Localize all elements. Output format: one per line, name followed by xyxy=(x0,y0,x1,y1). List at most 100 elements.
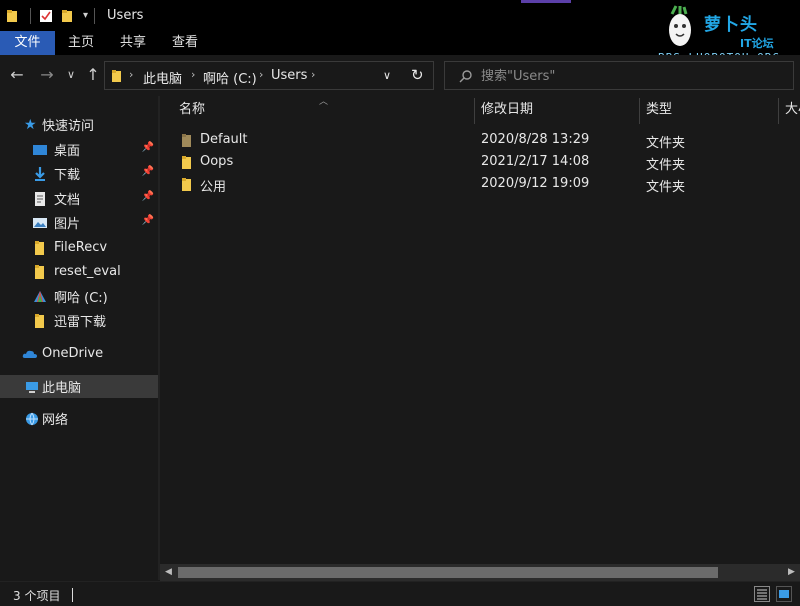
up-arrow-icon[interactable]: ↑ xyxy=(84,66,102,84)
search-input[interactable] xyxy=(481,66,781,86)
sidebar-item-label: 图片 xyxy=(54,217,81,232)
pin-icon[interactable]: 📌 xyxy=(142,215,154,226)
table-row[interactable]: Default 2020/8/28 13:29 文件夹 xyxy=(160,129,800,151)
column-divider[interactable] xyxy=(474,98,475,124)
item-count: 3 个项目 xyxy=(13,589,61,603)
drive-icon xyxy=(34,290,46,302)
desktop-icon xyxy=(33,144,47,155)
properties-icon[interactable] xyxy=(39,9,53,23)
sidebar-item-downloads[interactable]: 下载 📌 xyxy=(0,162,158,185)
search-box[interactable] xyxy=(444,61,794,90)
forward-arrow-icon[interactable]: → xyxy=(38,66,56,84)
breadcrumb-this-pc[interactable]: 此电脑 xyxy=(143,68,182,87)
column-header-modified[interactable]: 修改日期 xyxy=(481,96,639,124)
pin-icon[interactable]: 📌 xyxy=(142,191,154,202)
scroll-left-icon[interactable]: ◀ xyxy=(160,564,177,581)
column-header-name[interactable]: 名称 xyxy=(179,96,474,124)
file-type: 文件夹 xyxy=(646,158,686,173)
breadcrumb-chevron-icon[interactable]: › xyxy=(191,68,195,81)
toolbar-separator xyxy=(30,7,31,24)
folder-icon[interactable] xyxy=(6,9,20,23)
document-icon xyxy=(35,191,45,206)
tab-home[interactable]: 主页 xyxy=(55,31,107,55)
column-divider[interactable] xyxy=(639,98,640,124)
file-name: Oops xyxy=(200,154,234,169)
sidebar-item-label: 快速访问 xyxy=(42,119,95,134)
sidebar-item-documents[interactable]: 文档 📌 xyxy=(0,187,158,210)
pin-icon[interactable]: 📌 xyxy=(142,166,154,177)
refresh-icon[interactable]: ↻ xyxy=(411,66,424,84)
recent-locations-chevron-icon[interactable]: ∨ xyxy=(62,66,80,84)
folder-icon xyxy=(35,240,44,255)
sidebar-quick-access[interactable]: ★ 快速访问 xyxy=(0,113,158,136)
sidebar-item-label: 此电脑 xyxy=(42,381,82,396)
breadcrumb-chevron-icon[interactable]: › xyxy=(129,68,133,81)
sidebar-onedrive[interactable]: OneDrive xyxy=(0,342,158,365)
folder-icon xyxy=(112,70,121,82)
sidebar-item-label: 啊哈 (C:) xyxy=(54,291,108,306)
large-icons-view-icon[interactable] xyxy=(776,586,792,602)
toolbar-separator xyxy=(94,7,96,24)
table-row[interactable]: Oops 2021/2/17 14:08 文件夹 xyxy=(160,151,800,173)
column-divider[interactable] xyxy=(778,98,779,124)
status-bar: 3 个项目 xyxy=(0,581,800,606)
tab-file[interactable]: 文件 xyxy=(0,31,55,55)
breadcrumb-users[interactable]: Users xyxy=(271,68,307,83)
navigation-bar: ← → ∨ ↑ › 此电脑 › 啊哈 (C:) › Users › ∨ ↻ xyxy=(0,55,800,96)
back-arrow-icon[interactable]: ← xyxy=(8,66,26,84)
sidebar-item-label: reset_eval xyxy=(54,264,121,279)
sidebar-item-label: 网络 xyxy=(42,413,69,428)
sidebar-this-pc[interactable]: 此电脑 xyxy=(0,375,158,398)
sidebar-item-drive-c[interactable]: 啊哈 (C:) xyxy=(0,285,158,308)
file-modified: 2020/8/28 13:29 xyxy=(481,132,590,147)
title-accent-bar xyxy=(521,0,571,3)
tab-view[interactable]: 查看 xyxy=(159,31,211,55)
star-icon: ★ xyxy=(24,116,37,133)
logo-tagline: IT论坛 xyxy=(740,37,774,50)
sidebar-item-label: 迅雷下载 xyxy=(54,315,107,330)
address-bar[interactable]: › 此电脑 › 啊哈 (C:) › Users › ∨ ↻ xyxy=(104,61,434,90)
horizontal-scrollbar[interactable]: ◀ ▶ xyxy=(160,564,800,581)
sidebar-item-label: 下载 xyxy=(54,168,81,183)
customize-toolbar-icon[interactable]: ▾ xyxy=(83,10,88,21)
file-list: ︿ 名称 修改日期 类型 大小 Default 2020/8/28 13:29 … xyxy=(160,96,800,564)
column-header-type[interactable]: 类型 xyxy=(646,96,778,124)
navigation-pane: ★ 快速访问 桌面 📌 下载 📌 文档 📌 图片 📌 FileRecv rese… xyxy=(0,96,158,580)
sidebar-item-label: OneDrive xyxy=(42,346,104,361)
file-name: Default xyxy=(200,132,248,147)
scrollbar-thumb[interactable] xyxy=(178,567,718,578)
folder-icon xyxy=(35,264,44,279)
file-type: 文件夹 xyxy=(646,136,686,151)
sidebar-item-xunlei-download[interactable]: 迅雷下载 xyxy=(0,309,158,332)
download-icon xyxy=(35,166,45,181)
scroll-right-icon[interactable]: ▶ xyxy=(783,564,800,581)
breadcrumb-chevron-icon[interactable]: › xyxy=(311,68,315,81)
breadcrumb-drive-c[interactable]: 啊哈 (C:) xyxy=(203,68,257,87)
picture-icon xyxy=(33,217,47,228)
breadcrumb-chevron-icon[interactable]: › xyxy=(259,68,263,81)
new-folder-icon[interactable] xyxy=(61,9,75,23)
pin-icon[interactable]: 📌 xyxy=(142,142,154,153)
status-separator xyxy=(72,588,73,602)
sidebar-item-pictures[interactable]: 图片 📌 xyxy=(0,211,158,234)
sidebar-network[interactable]: 网络 xyxy=(0,407,158,430)
table-row[interactable]: 公用 2020/9/12 19:09 文件夹 xyxy=(160,173,800,195)
sidebar-item-label: 桌面 xyxy=(54,144,81,159)
tab-share[interactable]: 共享 xyxy=(107,31,159,55)
column-header-size[interactable]: 大小 xyxy=(785,96,800,124)
address-history-chevron-icon[interactable]: ∨ xyxy=(383,69,391,82)
radish-mascot-icon xyxy=(669,5,691,46)
file-modified: 2020/9/12 19:09 xyxy=(481,176,590,191)
computer-icon xyxy=(26,381,38,393)
search-icon xyxy=(459,70,472,83)
folder-icon xyxy=(35,313,44,328)
details-view-icon[interactable] xyxy=(754,586,770,602)
sidebar-item-reset-eval[interactable]: reset_eval xyxy=(0,260,158,283)
cloud-icon xyxy=(22,350,37,358)
file-type: 文件夹 xyxy=(646,180,686,195)
folder-icon xyxy=(182,134,191,147)
sidebar-item-label: 文档 xyxy=(54,193,81,208)
sidebar-item-filerecv[interactable]: FileRecv xyxy=(0,236,158,259)
sidebar-item-desktop[interactable]: 桌面 📌 xyxy=(0,138,158,161)
file-name: 公用 xyxy=(200,180,227,195)
